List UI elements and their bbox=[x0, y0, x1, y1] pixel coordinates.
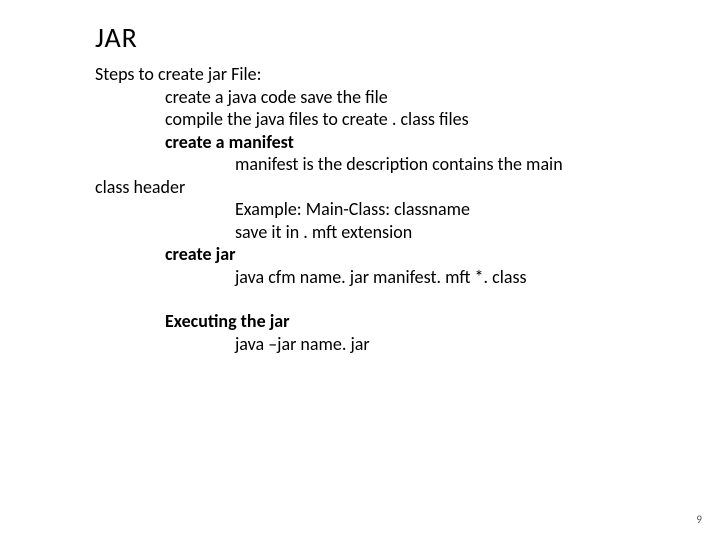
text-line: save it in . mft extension bbox=[235, 221, 625, 244]
spacer bbox=[95, 288, 625, 310]
text-line: create a java code save the file bbox=[165, 86, 625, 109]
page-number: 9 bbox=[696, 513, 702, 526]
text-line: java cfm name. jar manifest. mft *. clas… bbox=[235, 266, 625, 289]
text-line: manifest is the description contains the… bbox=[235, 153, 625, 176]
text-line: Steps to create jar File: bbox=[95, 63, 625, 86]
slide-body: Steps to create jar File: create a java … bbox=[95, 63, 625, 355]
text-line: class header bbox=[95, 176, 625, 199]
text-line: create a manifest bbox=[165, 131, 625, 154]
text-line: compile the java files to create . class… bbox=[165, 108, 625, 131]
text-line: Example: Main-Class: classname bbox=[235, 198, 625, 221]
text-line: create jar bbox=[165, 243, 625, 266]
slide: JAR Steps to create jar File: create a j… bbox=[0, 0, 720, 540]
slide-title: JAR bbox=[95, 20, 625, 55]
text-line: java –jar name. jar bbox=[235, 333, 625, 356]
text-line: Executing the jar bbox=[165, 310, 625, 333]
